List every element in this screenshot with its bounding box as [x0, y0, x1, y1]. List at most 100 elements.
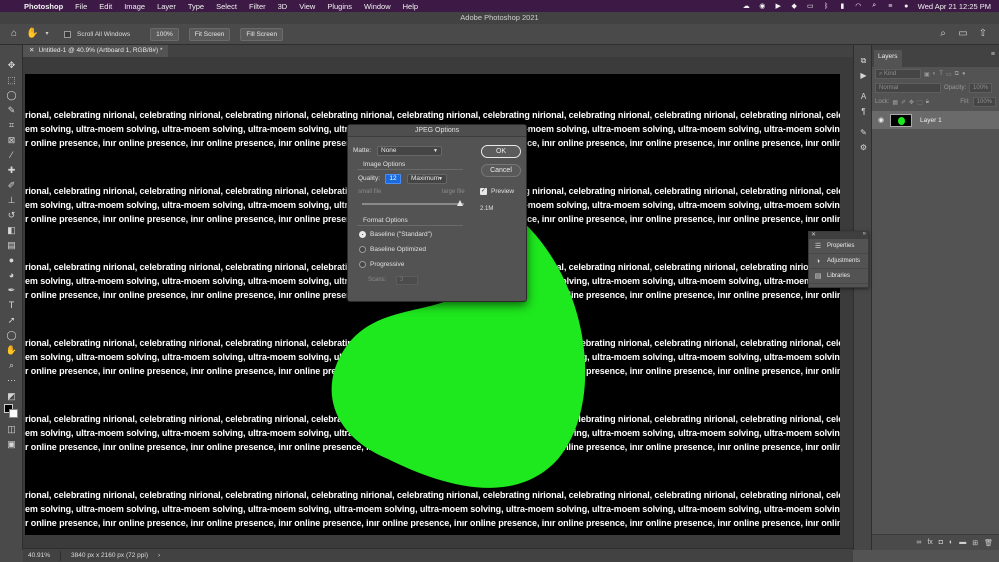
default-colors-icon[interactable]: ◩: [4, 390, 19, 402]
close-icon[interactable]: ✕: [811, 231, 816, 238]
quality-input[interactable]: 12: [385, 174, 401, 184]
pen-tool-icon[interactable]: ✒: [4, 284, 19, 296]
lock-all-icon[interactable]: 🔒︎: [926, 99, 929, 106]
move-tool-icon[interactable]: ✥: [4, 59, 19, 71]
zoom-tool-icon[interactable]: ⌕: [4, 359, 19, 371]
progressive-label[interactable]: Progressive: [370, 261, 404, 268]
document-tab[interactable]: ✕ Untitled-1 @ 40.9% (Artboard 1, RGB/8#)…: [23, 45, 169, 57]
quality-slider-thumb[interactable]: [457, 200, 463, 206]
filter-adjust-icon[interactable]: ◐: [933, 71, 937, 77]
siri-icon[interactable]: ●: [902, 2, 911, 10]
floating-panel-header[interactable]: ✕ »: [809, 231, 868, 239]
menu-view[interactable]: View: [293, 2, 321, 11]
type-tool-icon[interactable]: T: [4, 299, 19, 311]
lock-paint-icon[interactable]: ✐: [901, 99, 906, 106]
fx-icon[interactable]: fx: [927, 539, 932, 546]
close-icon[interactable]: ✕: [29, 47, 34, 54]
menubar-clock[interactable]: Wed Apr 21 12:25 PM: [918, 2, 991, 11]
menu-filter[interactable]: Filter: [243, 2, 272, 11]
preview-checkbox[interactable]: ✓: [480, 188, 487, 195]
hand-tool-icon[interactable]: ✋: [4, 344, 19, 356]
menu-type[interactable]: Type: [182, 2, 210, 11]
eye-icon[interactable]: ◉: [878, 116, 886, 124]
filter-shape-icon[interactable]: ▭: [946, 71, 952, 78]
quality-preset-select[interactable]: Maximum ▼: [407, 174, 447, 184]
glyphs-panel-icon[interactable]: ⚙: [857, 142, 870, 154]
adjustments-panel-button[interactable]: ◑ Adjustments: [809, 254, 868, 269]
history-brush-tool-icon[interactable]: ↺: [4, 209, 19, 221]
brushes-panel-icon[interactable]: ✎: [857, 127, 870, 139]
path-select-tool-icon[interactable]: ➚: [4, 314, 19, 326]
new-layer-icon[interactable]: ⊞: [972, 539, 978, 547]
fill-field[interactable]: 100%: [972, 97, 996, 107]
brush-tool-icon[interactable]: ✐: [4, 179, 19, 191]
opacity-field[interactable]: 100%: [969, 83, 993, 93]
lock-position-icon[interactable]: ✥: [909, 99, 914, 106]
shape-tool-icon[interactable]: ◯: [4, 329, 19, 341]
dodge-tool-icon[interactable]: ◕: [4, 269, 19, 281]
share-icon[interactable]: ⇧: [977, 28, 989, 40]
collapse-icon[interactable]: »: [863, 231, 866, 237]
screen-icon[interactable]: ▭: [806, 2, 815, 10]
eraser-tool-icon[interactable]: ◧: [4, 224, 19, 236]
battery-icon[interactable]: ▮: [838, 2, 847, 10]
cancel-button[interactable]: Cancel: [481, 164, 521, 177]
layer-name[interactable]: Layer 1: [920, 117, 942, 124]
chevron-right-icon[interactable]: ›: [158, 552, 160, 559]
menu-image[interactable]: Image: [118, 2, 151, 11]
zoom-level[interactable]: 40.91%: [28, 552, 50, 559]
mask-icon[interactable]: ◘: [939, 539, 943, 546]
history-panel-icon[interactable]: ⧉: [857, 55, 870, 67]
crop-tool-icon[interactable]: ⌗: [4, 119, 19, 131]
more-tools-icon[interactable]: ⋯: [4, 374, 19, 386]
baseline-standard-radio[interactable]: [359, 231, 366, 238]
stamp-tool-icon[interactable]: ⊥: [4, 194, 19, 206]
zoom-100-button[interactable]: 100%: [150, 27, 179, 41]
paragraph-panel-icon[interactable]: ¶: [857, 106, 870, 118]
home-icon[interactable]: ⌂: [8, 28, 20, 40]
menu-photoshop[interactable]: Photoshop: [18, 2, 69, 11]
fit-screen-button[interactable]: Fit Screen: [188, 27, 231, 41]
filter-pixel-icon[interactable]: ▣: [924, 71, 930, 78]
panel-menu-icon[interactable]: ≡: [991, 51, 995, 58]
quality-slider-track[interactable]: [362, 203, 464, 205]
creative-cloud-icon[interactable]: ☁: [742, 2, 751, 10]
preview-label[interactable]: Preview: [491, 188, 514, 195]
quick-mask-icon[interactable]: ◫: [4, 423, 19, 435]
link-icon[interactable]: ∞: [916, 539, 921, 546]
background-color-swatch[interactable]: [9, 409, 18, 418]
adjustment-layer-icon[interactable]: ◐: [949, 539, 953, 546]
menu-3d[interactable]: 3D: [272, 2, 294, 11]
record-icon[interactable]: ◉: [758, 2, 767, 10]
menu-window[interactable]: Window: [358, 2, 397, 11]
lock-pixels-icon[interactable]: ▦: [892, 99, 898, 106]
properties-panel-button[interactable]: ☰ Properties: [809, 239, 868, 254]
kind-filter-select[interactable]: ⌕ Kind: [875, 69, 921, 79]
blur-tool-icon[interactable]: ●: [4, 254, 19, 266]
search-icon[interactable]: ⌕: [870, 2, 879, 10]
menu-file[interactable]: File: [69, 2, 93, 11]
scroll-all-windows-checkbox[interactable]: [64, 30, 71, 38]
filter-smart-icon[interactable]: ⧉: [955, 71, 959, 78]
ok-button[interactable]: OK: [481, 145, 521, 158]
filter-toggle-icon[interactable]: ●: [962, 71, 966, 77]
baseline-optimized-label[interactable]: Baseline Optimized: [370, 246, 426, 253]
menu-select[interactable]: Select: [210, 2, 243, 11]
baseline-optimized-radio[interactable]: [359, 246, 366, 253]
actions-panel-icon[interactable]: ▶: [857, 70, 870, 82]
chevron-down-icon[interactable]: ▾: [44, 28, 50, 40]
trash-icon[interactable]: 🗑︎: [984, 539, 993, 547]
lasso-tool-icon[interactable]: ◯: [4, 89, 19, 101]
layer-row[interactable]: ◉ Layer 1: [872, 111, 999, 129]
control-center-icon[interactable]: ≡: [886, 2, 895, 10]
marquee-tool-icon[interactable]: ⬚: [4, 74, 19, 86]
search-icon[interactable]: ⌕: [937, 28, 949, 40]
gradient-tool-icon[interactable]: ▤: [4, 239, 19, 251]
matte-select[interactable]: None ▼: [377, 146, 442, 156]
healing-tool-icon[interactable]: ✚: [4, 164, 19, 176]
character-panel-icon[interactable]: A: [857, 91, 870, 103]
play-icon[interactable]: ▶: [774, 2, 783, 10]
eyedropper-tool-icon[interactable]: ⁄: [4, 149, 19, 161]
wifi-icon[interactable]: ◠: [854, 2, 863, 10]
bluetooth-icon[interactable]: ᛒ: [822, 2, 831, 10]
